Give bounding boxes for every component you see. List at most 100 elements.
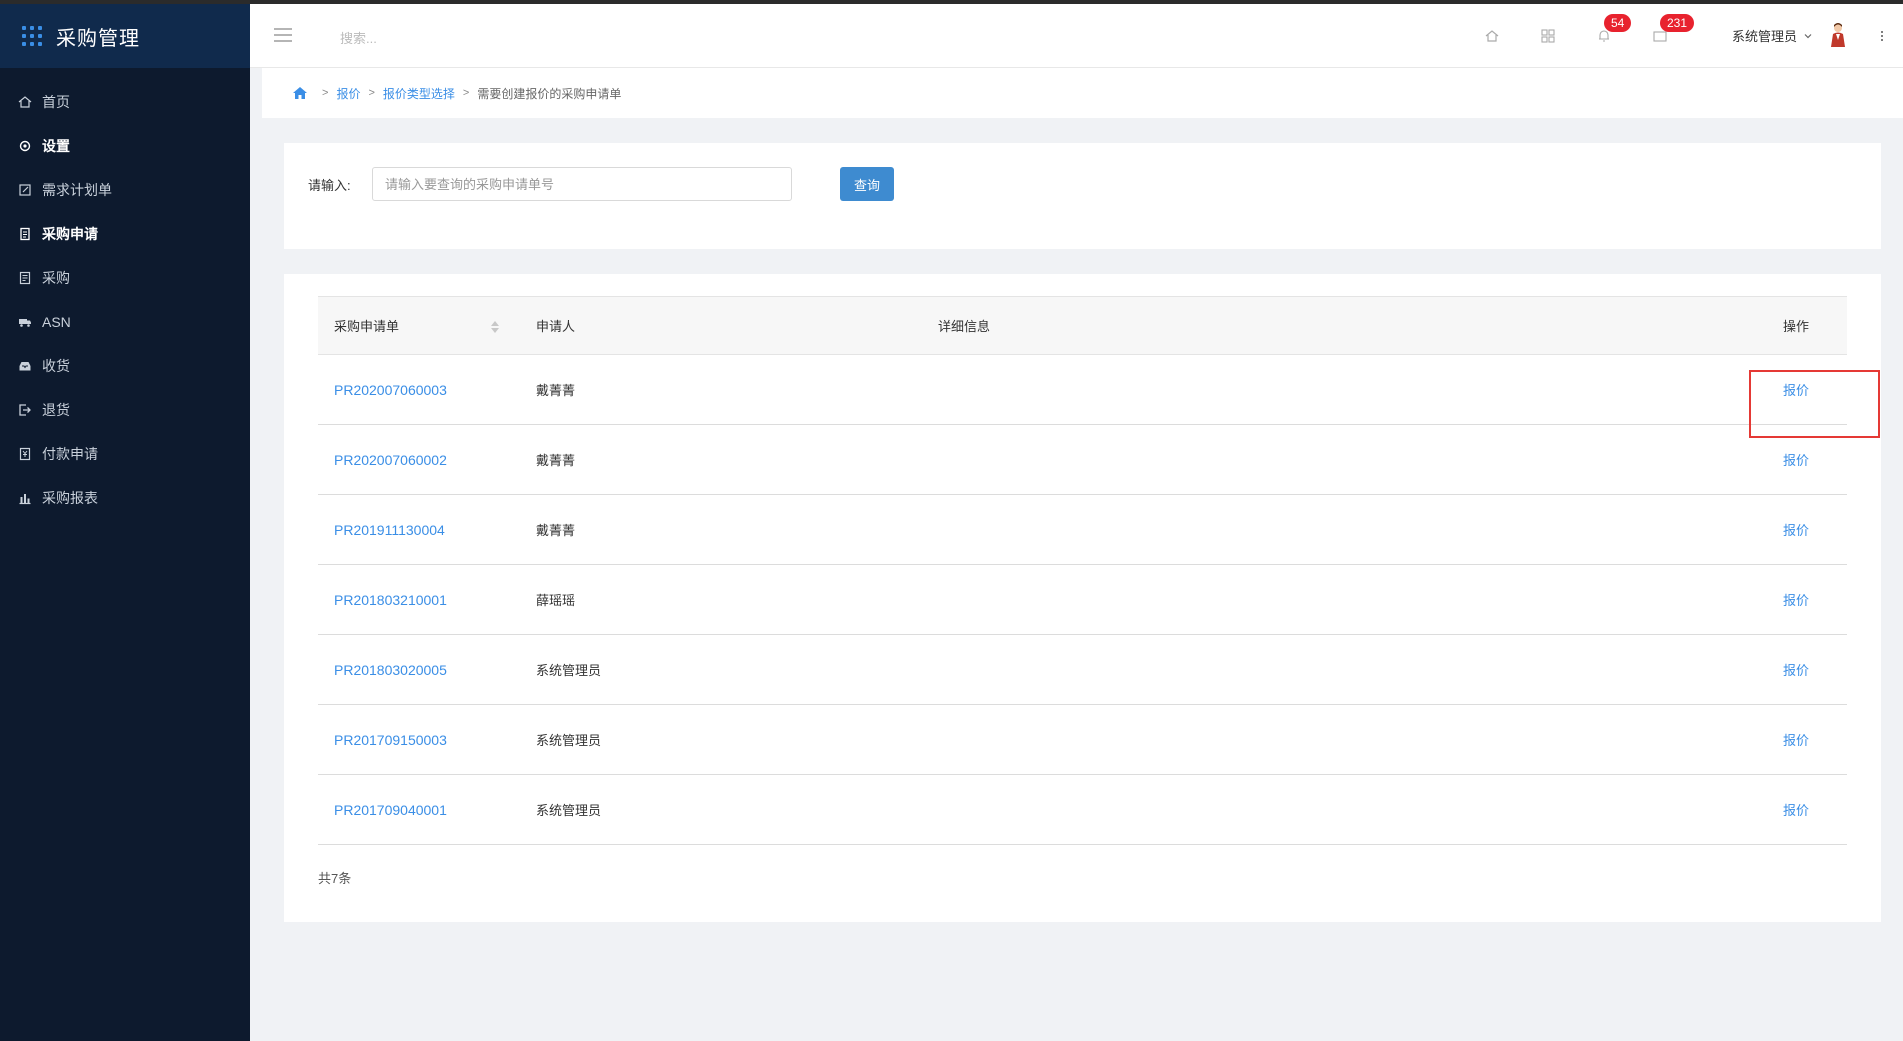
breadcrumb-link-quote-type[interactable]: 报价类型选择 [383,85,455,102]
sidebar-item-purchase[interactable]: 采购 [0,256,250,300]
table-row: PR201709150003 系统管理员 报价 [318,705,1847,775]
quote-link[interactable]: 报价 [1622,425,1847,495]
quote-link[interactable]: 报价 [1622,775,1847,845]
brand: 采购管理 [0,4,250,68]
quote-link[interactable]: 报价 [1622,355,1847,425]
sidebar-item-label: 采购申请 [42,226,98,242]
notification-badge: 54 [1604,14,1632,32]
request-id-link[interactable]: PR201803020005 [318,635,520,705]
sidebar-item-demand-plan[interactable]: 需求计划单 [0,168,250,212]
column-header-detail: 详细信息 [938,319,991,334]
bell-icon[interactable]: 54 [1594,14,1632,46]
sidebar-menu: 首页 设置 需求计划单 采购申请 采购 ASN 收货 退货 付款申请 采购报表 [0,68,250,520]
user-menu[interactable]: 系统管理员 [1732,26,1813,45]
request-id-link[interactable]: PR202007060002 [318,425,520,495]
request-id-link[interactable]: PR201709040001 [318,775,520,845]
avatar[interactable] [1827,22,1849,48]
column-header-request[interactable]: 采购申请单 [318,297,520,355]
document-icon [18,227,32,241]
breadcrumb-current: 需要创建报价的采购申请单 [477,86,622,101]
table-row: PR202007060003 戴菁菁 报价 [318,355,1847,425]
request-id-link[interactable]: PR201803210001 [318,565,520,635]
apps-icon[interactable] [1538,26,1558,46]
breadcrumb-separator: > [368,87,375,99]
sidebar-item-settings[interactable]: 设置 [0,124,250,168]
breadcrumb-separator: > [462,87,470,99]
sidebar-item-home[interactable]: 首页 [0,80,250,124]
sidebar-item-label: 首页 [42,94,70,110]
truck-icon [18,315,32,329]
applicant-cell: 系统管理员 [536,733,602,748]
quote-link[interactable]: 报价 [1622,495,1847,565]
app-title: 采购管理 [56,27,140,50]
home-icon [18,95,32,109]
table-row: PR202007060002 戴菁菁 报价 [318,425,1847,495]
request-number-input[interactable] [372,167,792,201]
sidebar-item-label: 采购报表 [42,490,98,506]
sidebar-item-label: 退货 [42,402,70,418]
top-header: 54 231 系统管理员 [250,4,1903,68]
table-row: PR201709040001 系统管理员 报价 [318,775,1847,845]
breadcrumb-separator: > [322,87,329,99]
sidebar-item-purchase-request[interactable]: 采购申请 [0,212,250,256]
breadcrumb: > 报价 > 报价类型选择 > 需要创建报价的采购申请单 [262,68,1903,118]
message-badge: 231 [1660,14,1695,32]
sort-icon[interactable] [490,319,500,335]
search-panel: 请输入: 查询 [284,143,1881,249]
request-id-link[interactable]: PR202007060003 [318,355,520,425]
quote-link[interactable]: 报价 [1622,705,1847,775]
applicant-cell: 薛瑶瑶 [536,593,576,608]
query-button[interactable]: 查询 [840,167,894,201]
table-header-row: 采购申请单 申请人 详细信息 操作 [318,296,1847,355]
detail-cell [922,495,1622,565]
detail-cell [922,635,1622,705]
purchase-request-table: 采购申请单 申请人 详细信息 操作 PR202007060003 戴菁菁 报价 … [318,296,1847,845]
sidebar-item-label: ASN [42,314,71,330]
table-row: PR201803210001 薛瑶瑶 报价 [318,565,1847,635]
bar-chart-icon [18,491,32,505]
table-row: PR201803020005 系统管理员 报价 [318,635,1847,705]
sidebar-item-return[interactable]: 退货 [0,388,250,432]
detail-cell [922,775,1622,845]
chevron-down-icon [1804,33,1812,38]
request-id-link[interactable]: PR201911130004 [318,495,520,565]
breadcrumb-link-quote[interactable]: 报价 [336,85,360,102]
more-vertical-icon[interactable] [1877,26,1887,46]
sidebar-item-label: 需求计划单 [42,182,112,198]
table-row: PR201911130004 戴菁菁 报价 [318,495,1847,565]
applicant-cell: 戴菁菁 [536,523,576,538]
menu-toggle-icon[interactable] [274,28,292,42]
sidebar-item-payment-request[interactable]: 付款申请 [0,432,250,476]
apps-grid-icon[interactable] [22,26,42,46]
sidebar-item-receiving[interactable]: 收货 [0,344,250,388]
edit-doc-icon [18,183,32,197]
quote-link[interactable]: 报价 [1622,635,1847,705]
sidebar-item-label: 采购 [42,270,70,286]
detail-cell [922,425,1622,495]
home-icon[interactable] [1482,26,1502,46]
message-icon[interactable]: 231 [1650,14,1695,46]
sidebar-item-purchase-report[interactable]: 采购报表 [0,476,250,520]
column-header-applicant: 申请人 [536,319,576,334]
column-header-action: 操作 [1782,319,1809,334]
sidebar-item-label: 付款申请 [42,446,98,462]
applicant-cell: 系统管理员 [536,663,602,678]
list-doc-icon [18,271,32,285]
gear-icon [18,139,32,153]
payment-doc-icon [18,447,32,461]
detail-cell [922,565,1622,635]
request-id-link[interactable]: PR201709150003 [318,705,520,775]
applicant-cell: 系统管理员 [536,803,602,818]
home-icon[interactable] [292,85,308,101]
results-panel: 采购申请单 申请人 详细信息 操作 PR202007060003 戴菁菁 报价 … [284,274,1881,922]
sidebar-item-label: 收货 [42,358,70,374]
search-label: 请输入: [308,178,351,193]
sidebar-item-asn[interactable]: ASN [0,300,250,344]
inbox-icon [18,359,32,373]
detail-cell [922,355,1622,425]
total-count: 共7条 [318,871,352,886]
sidebar-item-label: 设置 [42,138,70,154]
applicant-cell: 戴菁菁 [536,383,576,398]
search-input[interactable] [340,28,540,48]
quote-link[interactable]: 报价 [1622,565,1847,635]
